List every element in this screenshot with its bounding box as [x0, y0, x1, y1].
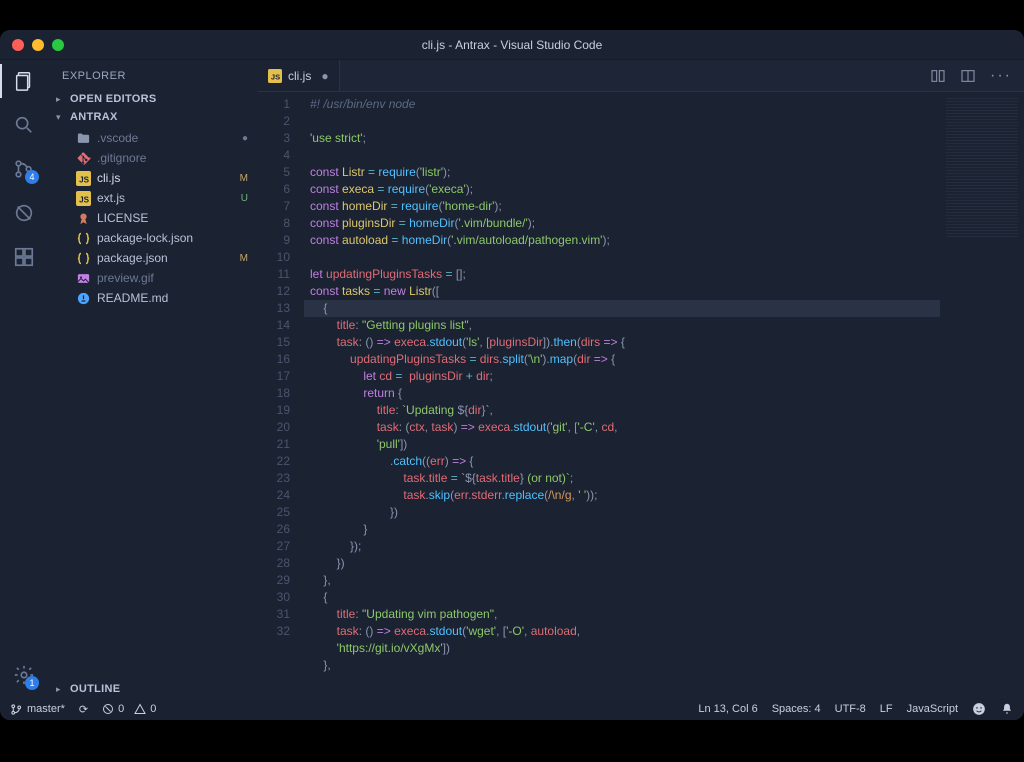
- json-file-icon: [76, 251, 91, 266]
- tab-cli-js[interactable]: JS cli.js ●: [258, 60, 340, 91]
- file-package-lock-json[interactable]: package-lock.json: [54, 228, 258, 248]
- file-name: package-lock.json: [97, 231, 193, 245]
- file-name: LICENSE: [97, 211, 148, 225]
- sync-item[interactable]: ⟳: [79, 703, 88, 716]
- search-icon[interactable]: [11, 112, 37, 138]
- svg-text:JS: JS: [271, 72, 280, 81]
- more-icon[interactable]: ···: [990, 67, 1012, 85]
- cursor-position-item[interactable]: Ln 13, Col 6: [698, 703, 757, 715]
- git-branch-item[interactable]: master*: [10, 703, 65, 716]
- file-status: M: [240, 253, 248, 264]
- tab-dirty-icon[interactable]: ●: [321, 69, 328, 83]
- file-name: preview.gif: [97, 271, 154, 285]
- window-title: cli.js - Antrax - Visual Studio Code: [0, 38, 1024, 52]
- app-window: cli.js - Antrax - Visual Studio Code 4: [0, 30, 1024, 720]
- editor-tabs: JS cli.js ● ···: [258, 60, 1024, 92]
- section-label: OPEN EDITORS: [70, 93, 157, 105]
- split-editor-icon[interactable]: [960, 68, 976, 84]
- file-preview-gif[interactable]: preview.gif: [54, 268, 258, 288]
- project-section[interactable]: ▾ ANTRAX: [48, 108, 258, 126]
- svg-text:JS: JS: [79, 195, 90, 204]
- open-editors-section[interactable]: ▸ OPEN EDITORS: [48, 90, 258, 108]
- file--vscode[interactable]: .vscode ●: [54, 128, 258, 148]
- language-mode-item[interactable]: JavaScript: [907, 703, 958, 715]
- chevron-right-icon: ▸: [56, 684, 66, 695]
- js-file-icon: JS: [76, 171, 91, 186]
- indentation-item[interactable]: Spaces: 4: [772, 703, 821, 715]
- file-status: ●: [242, 133, 248, 144]
- file--gitignore[interactable]: .gitignore: [54, 148, 258, 168]
- encoding-item[interactable]: UTF-8: [835, 703, 866, 715]
- titlebar: cli.js - Antrax - Visual Studio Code: [0, 30, 1024, 60]
- file-name: .gitignore: [97, 151, 146, 165]
- svg-text:JS: JS: [79, 175, 90, 184]
- chevron-down-icon: ▾: [56, 112, 66, 123]
- editor-area: JS cli.js ● ··· 123456789101112131415161…: [258, 60, 1024, 698]
- compare-icon[interactable]: [930, 68, 946, 84]
- file-name: .vscode: [97, 131, 138, 145]
- editor-actions: ···: [930, 60, 1024, 91]
- chevron-right-icon: ▸: [56, 94, 66, 105]
- code-editor[interactable]: 1234567891011121314151617181920212223242…: [258, 92, 1024, 698]
- activity-bar: 4 1: [0, 60, 48, 698]
- git-file-icon: [76, 151, 91, 166]
- file-README-md[interactable]: README.md: [54, 288, 258, 308]
- folder-file-icon: [76, 131, 91, 146]
- explorer-title: EXPLORER: [48, 66, 258, 90]
- tab-label: cli.js: [288, 69, 311, 83]
- status-bar: master* ⟳ 0 0 Ln 13, Col 6 Spaces: 4 UTF…: [0, 698, 1024, 720]
- branch-name: master*: [27, 703, 65, 715]
- js-file-icon: JS: [76, 191, 91, 206]
- line-number-gutter: 1234567891011121314151617181920212223242…: [258, 92, 300, 698]
- warning-count: 0: [150, 703, 156, 715]
- feedback-icon[interactable]: [972, 702, 986, 716]
- scm-icon[interactable]: 4: [11, 156, 37, 182]
- minimap[interactable]: [940, 92, 1024, 698]
- bell-icon[interactable]: [1000, 702, 1014, 716]
- lic-file-icon: [76, 211, 91, 226]
- code-content[interactable]: #! /usr/bin/env node 'use strict'; const…: [300, 92, 940, 698]
- file-ext-js[interactable]: JS ext.js U: [54, 188, 258, 208]
- js-file-icon: JS: [268, 69, 282, 83]
- error-count: 0: [118, 703, 124, 715]
- file-tree: .vscode ● .gitignore JS cli.js M JS ext.js U LICE…: [48, 126, 258, 308]
- minimap-content: [946, 98, 1018, 238]
- extensions-icon[interactable]: [11, 244, 37, 270]
- section-label: OUTLINE: [70, 683, 120, 695]
- debug-icon[interactable]: [11, 200, 37, 226]
- section-label: ANTRAX: [70, 111, 118, 123]
- file-status: U: [241, 193, 248, 204]
- explorer-icon[interactable]: [11, 68, 37, 94]
- settings-badge: 1: [25, 676, 39, 690]
- file-name: package.json: [97, 251, 168, 265]
- file-cli-js[interactable]: JS cli.js M: [54, 168, 258, 188]
- file-name: cli.js: [97, 171, 120, 185]
- file-status: M: [240, 173, 248, 184]
- file-package-json[interactable]: package.json M: [54, 248, 258, 268]
- eol-item[interactable]: LF: [880, 703, 893, 715]
- md-file-icon: [76, 291, 91, 306]
- explorer-sidebar: EXPLORER ▸ OPEN EDITORS ▾ ANTRAX .vscode…: [48, 60, 258, 698]
- scm-badge: 4: [25, 170, 39, 184]
- json-file-icon: [76, 231, 91, 246]
- file-LICENSE[interactable]: LICENSE: [54, 208, 258, 228]
- outline-section[interactable]: ▸ OUTLINE: [48, 680, 258, 698]
- file-name: ext.js: [97, 191, 125, 205]
- sync-icon: ⟳: [79, 703, 88, 716]
- file-name: README.md: [97, 291, 168, 305]
- gif-file-icon: [76, 271, 91, 286]
- problems-item[interactable]: 0 0: [102, 703, 156, 715]
- settings-gear-icon[interactable]: 1: [11, 662, 37, 688]
